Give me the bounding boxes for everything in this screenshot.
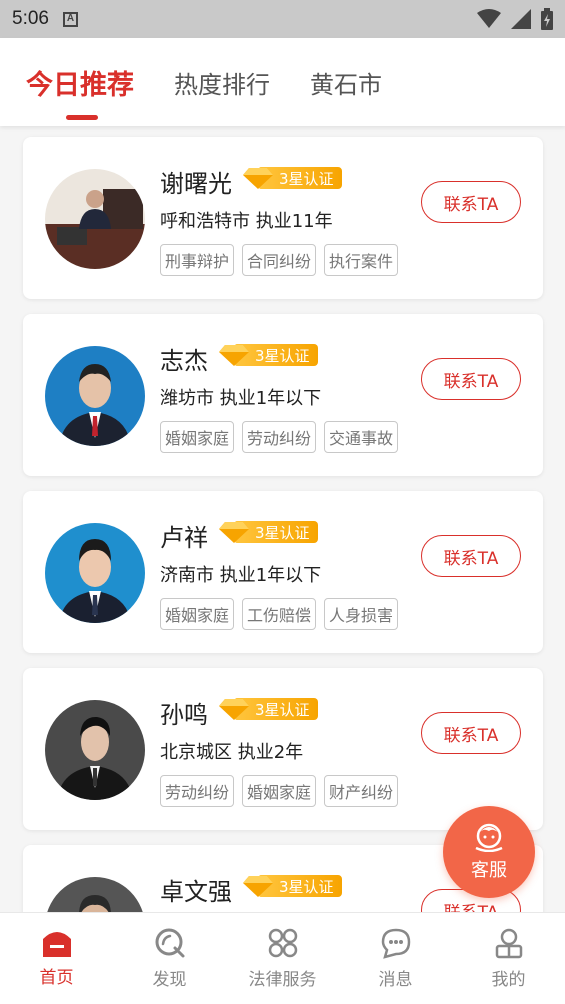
specialty-tag: 交通事故 bbox=[324, 421, 399, 453]
services-icon bbox=[268, 928, 297, 958]
lawyer-meta: 潍坊市 执业1年以下 bbox=[160, 384, 321, 410]
signal-icon bbox=[511, 9, 531, 29]
top-tab-bar: 今日推荐 热度排行 黄石市 bbox=[0, 38, 565, 126]
lawyer-avatar bbox=[45, 877, 145, 912]
diamond-icon bbox=[243, 876, 273, 897]
lawyer-name: 孙鸣 bbox=[160, 701, 208, 729]
tab-popularity-ranking[interactable]: 热度排行 bbox=[174, 65, 270, 100]
status-bar: 5:06 A bbox=[0, 0, 565, 38]
cert-badge: 3星认证 bbox=[243, 873, 342, 899]
specialty-tag: 劳动纠纷 bbox=[160, 775, 235, 807]
lawyer-avatar bbox=[45, 700, 145, 800]
contact-button[interactable]: 联系TA bbox=[421, 181, 521, 223]
lawyer-name: 志杰 bbox=[160, 347, 208, 375]
nav-profile-label: 我的 bbox=[491, 970, 526, 990]
diamond-icon bbox=[219, 522, 249, 543]
contact-button[interactable]: 联系TA bbox=[421, 712, 521, 754]
wifi-icon bbox=[477, 9, 501, 28]
cert-badge: 3星认证 bbox=[219, 519, 318, 545]
nav-legal-services[interactable]: 法律服务 bbox=[226, 913, 339, 1004]
diamond-icon bbox=[219, 345, 249, 366]
lawyer-practice: 执业2年 bbox=[237, 742, 304, 763]
battery-icon bbox=[541, 8, 553, 30]
tab-today-recommend[interactable]: 今日推荐 bbox=[26, 63, 134, 102]
nav-home[interactable]: 首页 bbox=[0, 913, 113, 1004]
nav-messages[interactable]: 消息 bbox=[339, 913, 452, 1004]
lawyer-card[interactable]: 谢曙光 3星认证 呼和浩特市 执业11年 刑事辩护 合同纠纷 执行案件 联系TA bbox=[23, 137, 543, 299]
nav-profile[interactable]: 我的 bbox=[452, 913, 565, 1004]
lawyer-location: 北京城区 bbox=[160, 742, 232, 763]
customer-service-button[interactable]: 客服 bbox=[443, 806, 535, 898]
specialty-tag: 劳动纠纷 bbox=[242, 421, 317, 453]
status-time: 5:06 bbox=[12, 8, 49, 29]
specialty-tag: 婚姻家庭 bbox=[160, 598, 235, 630]
contact-button[interactable]: 联系TA bbox=[421, 535, 521, 577]
lawyer-avatar bbox=[45, 346, 145, 446]
lawyer-location: 济南市 bbox=[160, 565, 214, 586]
discover-icon bbox=[155, 928, 184, 958]
lawyer-name: 卢祥 bbox=[160, 524, 208, 552]
specialty-tag: 财产纠纷 bbox=[324, 775, 399, 807]
customer-service-label: 客服 bbox=[471, 860, 507, 881]
nav-discover[interactable]: 发现 bbox=[113, 913, 226, 1004]
message-icon bbox=[381, 928, 410, 959]
specialty-tags: 婚姻家庭 工伤赔偿 人身损害 bbox=[160, 598, 399, 630]
specialty-tag: 合同纠纷 bbox=[242, 244, 317, 276]
active-tab-indicator bbox=[66, 115, 98, 120]
home-icon bbox=[42, 932, 71, 957]
nav-legal-services-label: 法律服务 bbox=[248, 970, 317, 990]
lawyer-card[interactable]: 卢祥 3星认证 济南市 执业1年以下 婚姻家庭 工伤赔偿 人身损害 联系TA bbox=[23, 491, 543, 653]
lawyer-location: 潍坊市 bbox=[160, 388, 214, 409]
specialty-tag: 婚姻家庭 bbox=[160, 421, 235, 453]
specialty-tags: 婚姻家庭 劳动纠纷 交通事故 bbox=[160, 421, 399, 453]
lawyer-avatar bbox=[45, 523, 145, 623]
lawyer-meta: 呼和浩特市 执业11年 bbox=[160, 207, 333, 233]
specialty-tags: 刑事辩护 合同纠纷 执行案件 bbox=[160, 244, 399, 276]
contact-button[interactable]: 联系TA bbox=[421, 358, 521, 400]
cert-badge: 3星认证 bbox=[219, 696, 318, 722]
customer-service-icon bbox=[475, 823, 503, 852]
cert-badge: 3星认证 bbox=[243, 165, 342, 191]
specialty-tag: 刑事辩护 bbox=[160, 244, 235, 276]
lawyer-avatar bbox=[45, 169, 145, 269]
tab-huangshi-city[interactable]: 黄石市 bbox=[310, 65, 382, 100]
nav-messages-label: 消息 bbox=[378, 970, 413, 990]
lawyer-practice: 执业1年以下 bbox=[219, 565, 322, 586]
nav-home-label: 首页 bbox=[39, 968, 74, 988]
bottom-nav: 首页 发现 法律服务 消息 我的 bbox=[0, 912, 565, 1004]
specialty-tag: 工伤赔偿 bbox=[242, 598, 317, 630]
specialty-tag: 婚姻家庭 bbox=[242, 775, 317, 807]
lawyer-practice: 执业11年 bbox=[255, 211, 333, 232]
lawyer-location: 呼和浩特市 bbox=[160, 211, 250, 232]
diamond-icon bbox=[243, 168, 273, 189]
specialty-tags: 劳动纠纷 婚姻家庭 财产纠纷 bbox=[160, 775, 399, 807]
notification-a-icon: A bbox=[62, 11, 78, 27]
nav-discover-label: 发现 bbox=[152, 970, 187, 990]
diamond-icon bbox=[219, 699, 249, 720]
lawyer-card[interactable]: 志杰 3星认证 潍坊市 执业1年以下 婚姻家庭 劳动纠纷 交通事故 联系TA bbox=[23, 314, 543, 476]
specialty-tag: 人身损害 bbox=[324, 598, 399, 630]
cert-badge: 3星认证 bbox=[219, 342, 318, 368]
specialty-tag: 执行案件 bbox=[324, 244, 399, 276]
lawyer-card[interactable]: 孙鸣 3星认证 北京城区 执业2年 劳动纠纷 婚姻家庭 财产纠纷 联系TA bbox=[23, 668, 543, 830]
lawyer-practice: 执业1年以下 bbox=[219, 388, 322, 409]
lawyer-meta: 济南市 执业1年以下 bbox=[160, 561, 321, 587]
profile-icon bbox=[495, 928, 522, 959]
lawyer-name: 谢曙光 bbox=[160, 170, 232, 198]
lawyer-meta: 北京城区 执业2年 bbox=[160, 738, 303, 764]
lawyer-list[interactable]: 谢曙光 3星认证 呼和浩特市 执业11年 刑事辩护 合同纠纷 执行案件 联系TA… bbox=[0, 126, 565, 912]
lawyer-name: 卓文强 bbox=[160, 878, 232, 906]
